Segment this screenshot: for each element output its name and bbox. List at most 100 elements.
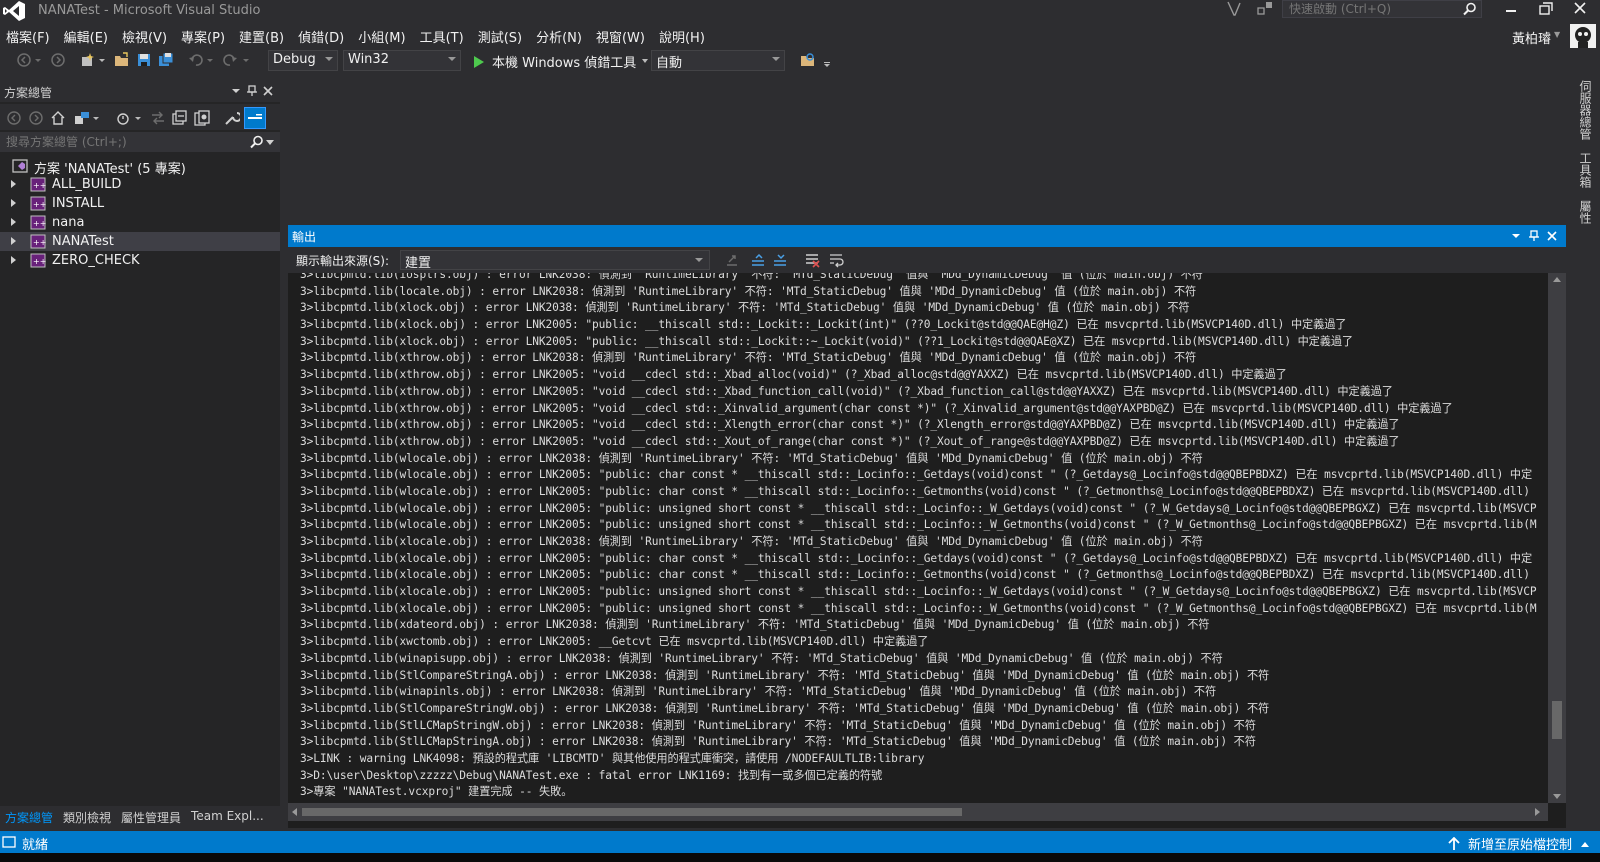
find-in-files-icon[interactable] <box>800 52 816 68</box>
output-horizontal-scrollbar[interactable] <box>288 803 1548 821</box>
collapse-all-icon[interactable] <box>172 110 188 126</box>
menu-analyze[interactable]: 分析(N) <box>530 24 590 46</box>
feedback-icon[interactable] <box>1256 0 1274 18</box>
tab-class-view[interactable]: 類別檢視 <box>58 806 116 828</box>
menu-file[interactable]: 檔案(F) <box>0 24 58 46</box>
scroll-left-icon[interactable] <box>292 808 297 816</box>
redo-icon[interactable] <box>222 52 238 68</box>
output-text-area[interactable]: 3>libcpmtd.lib(iosptrs.obj) : error LNK2… <box>288 273 1546 801</box>
pending-changes-filter-icon[interactable] <box>116 110 132 126</box>
output-vertical-scrollbar[interactable] <box>1548 273 1566 803</box>
forward-icon[interactable] <box>28 110 44 126</box>
search-icon[interactable] <box>250 135 264 149</box>
tab-server-explorer[interactable]: 伺服器總管 <box>1578 80 1594 140</box>
find-message-in-code-icon[interactable] <box>724 252 740 268</box>
user-avatar[interactable] <box>1570 24 1596 48</box>
scroll-thumb[interactable] <box>1552 701 1562 739</box>
preview-selected-items-button[interactable] <box>244 107 266 129</box>
solution-search-box[interactable] <box>0 132 280 152</box>
undo-dropdown-icon[interactable] <box>206 52 214 68</box>
go-to-next-message-icon[interactable] <box>772 252 788 268</box>
minimize-icon[interactable] <box>1496 0 1526 18</box>
redo-dropdown-icon[interactable] <box>242 52 250 68</box>
new-dropdown-icon[interactable] <box>98 52 106 68</box>
svg-text:++: ++ <box>33 219 46 228</box>
preview-icon <box>248 114 262 119</box>
search-icon[interactable] <box>1463 2 1477 16</box>
open-file-icon[interactable] <box>114 52 130 68</box>
project-node[interactable]: ++ INSTALL <box>0 194 280 213</box>
quick-launch-input[interactable] <box>1283 1 1453 17</box>
menu-edit[interactable]: 編輯(E) <box>58 24 116 46</box>
switch-views-icon[interactable] <box>74 110 90 126</box>
output-source-dropdown[interactable]: 建置 <box>400 250 710 271</box>
save-all-icon[interactable] <box>158 52 174 68</box>
menu-view[interactable]: 檢視(V) <box>116 24 175 46</box>
tab-toolbox[interactable]: 工具箱 <box>1578 152 1594 188</box>
back-icon[interactable] <box>6 110 22 126</box>
navigate-forward-icon[interactable] <box>50 52 66 68</box>
navigate-back-icon[interactable] <box>16 52 32 68</box>
restore-icon[interactable] <box>1531 0 1561 18</box>
pin-icon[interactable] <box>1528 230 1540 242</box>
expand-arrow-icon[interactable] <box>11 199 16 207</box>
solution-configuration-dropdown[interactable]: Debug <box>268 50 338 71</box>
menu-test[interactable]: 測試(S) <box>472 24 530 46</box>
user-name[interactable]: 黃柏璿 <box>1512 28 1551 47</box>
save-icon[interactable] <box>136 52 152 68</box>
close-icon[interactable] <box>262 85 274 97</box>
project-node[interactable]: ++ ALL_BUILD <box>0 175 280 194</box>
chevron-down-icon[interactable] <box>642 59 649 63</box>
show-all-files-icon[interactable] <box>194 110 210 126</box>
properties-wrench-icon[interactable] <box>224 110 240 126</box>
tab-team-explorer[interactable]: Team Expl... <box>186 806 269 828</box>
toggle-word-wrap-icon[interactable] <box>828 252 844 268</box>
menu-debug[interactable]: 偵錯(D) <box>292 24 352 46</box>
quick-launch-box[interactable] <box>1282 0 1482 18</box>
expand-arrow-icon[interactable] <box>11 256 16 264</box>
solution-platform-dropdown[interactable]: Win32 <box>343 50 461 71</box>
window-position-dropdown-icon[interactable] <box>1510 230 1522 242</box>
debug-target-dropdown[interactable]: 自動 <box>651 50 785 71</box>
solution-search-input[interactable] <box>0 132 240 152</box>
close-window-icon[interactable] <box>1566 0 1596 18</box>
menu-help[interactable]: 說明(H) <box>653 24 713 46</box>
pin-icon[interactable] <box>246 85 258 97</box>
scroll-thumb[interactable] <box>302 808 962 816</box>
scroll-right-icon[interactable] <box>1535 808 1540 816</box>
back-dropdown-icon[interactable] <box>34 52 42 68</box>
home-icon[interactable] <box>50 110 66 126</box>
tab-properties[interactable]: 屬性 <box>1578 200 1594 224</box>
expand-arrow-icon[interactable] <box>11 237 16 245</box>
undo-icon[interactable] <box>188 52 204 68</box>
user-menu-caret-icon[interactable]: ▼ <box>1554 30 1560 39</box>
search-options-dropdown-icon[interactable] <box>266 140 274 146</box>
clear-all-icon[interactable] <box>804 252 820 268</box>
window-position-dropdown-icon[interactable] <box>230 85 242 97</box>
add-to-source-control-button[interactable]: 新增至原始檔控制 <box>1448 834 1590 853</box>
start-debugging-button[interactable]: 本機 Windows 偵錯工具 <box>474 51 649 71</box>
go-to-previous-message-icon[interactable] <box>750 252 766 268</box>
filter-dropdown-icon[interactable] <box>134 110 142 126</box>
scroll-up-icon[interactable] <box>1553 277 1561 282</box>
menu-team[interactable]: 小組(M) <box>352 24 413 46</box>
new-project-icon[interactable] <box>80 52 96 68</box>
menu-tools[interactable]: 工具(T) <box>414 24 472 46</box>
menu-window[interactable]: 視窗(W) <box>590 24 653 46</box>
toolbar-overflow-icon[interactable] <box>822 52 832 68</box>
sync-with-active-document-icon[interactable] <box>150 110 166 126</box>
solution-node[interactable]: 方案 'NANATest' (5 專案) <box>0 156 280 177</box>
expand-arrow-icon[interactable] <box>11 180 16 188</box>
scroll-down-icon[interactable] <box>1553 794 1561 799</box>
menu-build[interactable]: 建置(B) <box>233 24 292 46</box>
tab-solution-explorer[interactable]: 方案總管 <box>0 806 58 828</box>
close-icon[interactable] <box>1546 230 1558 242</box>
project-node[interactable]: ++ nana <box>0 213 280 232</box>
expand-arrow-icon[interactable] <box>11 218 16 226</box>
menu-project[interactable]: 專案(P) <box>175 24 233 46</box>
notification-flag-icon[interactable] <box>1225 0 1245 18</box>
switch-views-dropdown-icon[interactable] <box>92 110 100 126</box>
project-node-selected[interactable]: ++ NANATest <box>0 232 280 251</box>
project-node[interactable]: ++ ZERO_CHECK <box>0 251 280 270</box>
tab-property-manager[interactable]: 屬性管理員 <box>116 806 186 828</box>
